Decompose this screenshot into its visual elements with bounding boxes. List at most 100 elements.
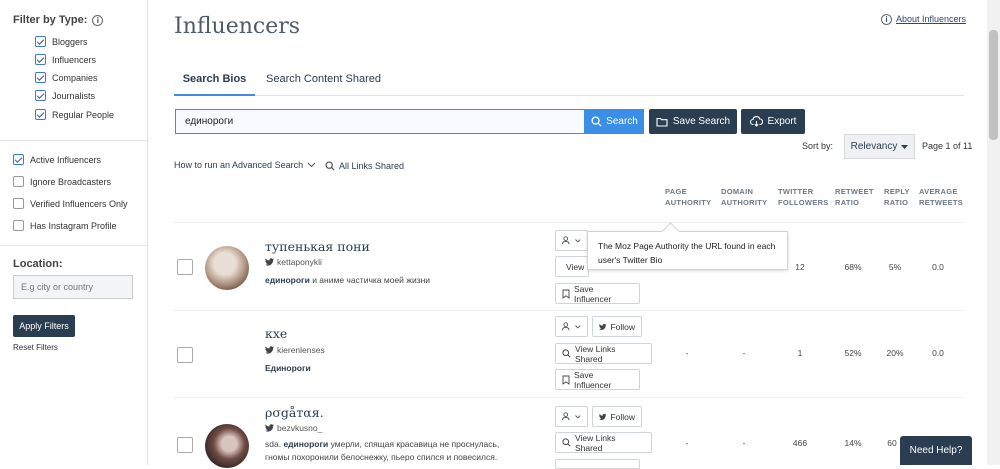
type-journalists[interactable]: Journalists — [35, 90, 95, 101]
col-label: TWITTER — [778, 187, 814, 196]
checkbox-label: Regular People — [52, 109, 115, 120]
checkbox[interactable] — [13, 154, 24, 165]
handle-text: kettaponykli — [277, 257, 322, 267]
info-icon[interactable]: i — [92, 15, 104, 26]
col-retweet-ratio[interactable]: RETWEET RATIO — [835, 186, 874, 208]
col-domain-authority[interactable]: DOMAIN AUTHORITY — [721, 186, 767, 208]
tab-search-bios[interactable]: Search Bios — [174, 70, 255, 96]
checkbox[interactable] — [35, 54, 46, 65]
twitter-icon — [599, 413, 607, 420]
all-links-shared-link[interactable]: All Links Shared — [325, 161, 404, 171]
col-page-authority[interactable]: PAGE AUTHORITY — [665, 186, 711, 208]
search-button[interactable]: Search — [585, 109, 644, 134]
influencer-name[interactable]: ρσgåтαя. — [265, 405, 324, 420]
reply-ratio-value: 5% — [888, 262, 902, 272]
checkbox[interactable] — [13, 220, 24, 231]
col-label: RETWEETS — [919, 198, 964, 207]
checkbox[interactable] — [35, 109, 46, 120]
col-label: DOMAIN — [721, 187, 754, 196]
search-tabs: Search Bios Search Content Shared — [174, 70, 964, 96]
row-divider — [174, 310, 964, 311]
col-average-retweets[interactable]: AVERAGE RETWEETS — [919, 186, 963, 208]
add-to-list-button[interactable] — [555, 406, 588, 427]
filter-sidebar: Filter by Type: i Bloggers Influencers Co… — [0, 0, 148, 465]
col-reply-ratio[interactable]: REPLY RATIO — [884, 186, 910, 208]
checkbox[interactable] — [35, 90, 46, 101]
option-active-influencers[interactable]: Active Influencers — [13, 154, 101, 165]
col-label: AVERAGE — [919, 187, 958, 196]
row-checkbox[interactable] — [177, 259, 193, 275]
chevron-down-icon — [575, 238, 581, 243]
type-influencers[interactable]: Influencers — [35, 54, 96, 65]
info-icon: i — [881, 14, 892, 25]
bio-match: единороги — [283, 439, 329, 449]
page-authority-value: - — [685, 348, 689, 358]
twitter-handle[interactable]: kettaponykli — [265, 257, 322, 267]
checkbox[interactable] — [35, 36, 46, 47]
about-influencers-link[interactable]: i About Influencers — [881, 14, 966, 25]
twitter-handle[interactable]: bezvkusno_ — [265, 423, 322, 433]
follow-button[interactable]: Follow — [592, 406, 642, 427]
col-twitter-followers[interactable]: TWITTER FOLLOWERS — [778, 186, 829, 208]
retweet-ratio-value: 14% — [844, 438, 862, 448]
twitter-handle[interactable]: kierenlenses — [265, 345, 325, 355]
add-to-list-button[interactable] — [555, 316, 588, 337]
page-authority-tooltip: The Moz Page Authority the URL found in … — [587, 231, 788, 270]
option-verified-only[interactable]: Verified Influencers Only — [13, 198, 128, 209]
twitter-icon — [265, 346, 274, 354]
view-links-label: View Links Shared — [574, 432, 616, 453]
col-label: FOLLOWERS — [778, 198, 829, 207]
type-companies[interactable]: Companies — [35, 72, 98, 83]
retweet-ratio-value: 68% — [844, 262, 862, 272]
type-regular-people[interactable]: Regular People — [35, 109, 114, 120]
twitter-icon — [599, 323, 607, 330]
location-heading: Location: — [13, 258, 63, 270]
avatar — [205, 424, 249, 468]
col-label: AUTHORITY — [665, 198, 712, 207]
option-ignore-broadcasters[interactable]: Ignore Broadcasters — [13, 176, 111, 187]
save-influencer-label: Save Influencer — [573, 283, 612, 304]
reset-filters-link[interactable]: Reset Filters — [13, 343, 58, 352]
export-button[interactable]: Export — [741, 109, 805, 134]
sort-select[interactable]: Relevancy — [844, 134, 915, 159]
follow-button[interactable]: Follow — [592, 316, 642, 337]
save-influencer-button[interactable] — [555, 459, 640, 469]
save-influencer-button[interactable]: Save Influencer — [555, 283, 640, 304]
influencer-name[interactable]: кхе — [265, 326, 287, 341]
col-label: PAGE — [665, 187, 687, 196]
all-links-label: All Links Shared — [339, 161, 405, 171]
user-icon — [562, 412, 570, 421]
checkbox[interactable] — [13, 176, 24, 187]
checkbox[interactable] — [35, 72, 46, 83]
view-links-shared-button[interactable]: View Links Shared — [555, 432, 652, 453]
view-links-shared-button[interactable]: View Links Shared — [555, 343, 652, 364]
option-has-instagram[interactable]: Has Instagram Profile — [13, 220, 117, 231]
handle-text: kierenlenses — [277, 345, 325, 355]
row-checkbox[interactable] — [177, 437, 193, 453]
scrollbar-thumb[interactable] — [989, 30, 998, 140]
twitter-icon — [265, 258, 274, 266]
col-label: REPLY — [884, 187, 910, 196]
add-to-list-button[interactable] — [555, 230, 588, 251]
save-search-button[interactable]: Save Search — [649, 109, 737, 134]
influencer-bio: Единороги — [265, 362, 555, 375]
tab-search-content-shared[interactable]: Search Content Shared — [266, 70, 381, 96]
row-checkbox[interactable] — [177, 347, 193, 363]
checkbox[interactable] — [13, 198, 24, 209]
apply-filters-button[interactable]: Apply Filters — [13, 315, 75, 337]
col-label: AUTHORITY — [721, 198, 768, 207]
view-links-shared-button[interactable]: View — [555, 256, 589, 277]
twitter-icon — [265, 424, 274, 432]
search-icon — [562, 438, 571, 447]
type-bloggers[interactable]: Bloggers — [35, 36, 88, 47]
advanced-search-link[interactable]: How to run an Advanced Search — [174, 160, 316, 170]
search-input[interactable] — [175, 109, 585, 134]
location-input[interactable] — [13, 275, 133, 299]
influencer-name[interactable]: тупенькая пони — [265, 239, 370, 254]
save-influencer-button[interactable]: Save Influencer — [555, 369, 640, 390]
checkbox-label: Journalists — [52, 90, 96, 101]
sort-label: Sort by: — [802, 141, 834, 151]
need-help-button[interactable]: Need Help? — [900, 436, 972, 465]
bookmark-icon — [562, 289, 570, 299]
reply-ratio-value: 20% — [886, 348, 904, 358]
